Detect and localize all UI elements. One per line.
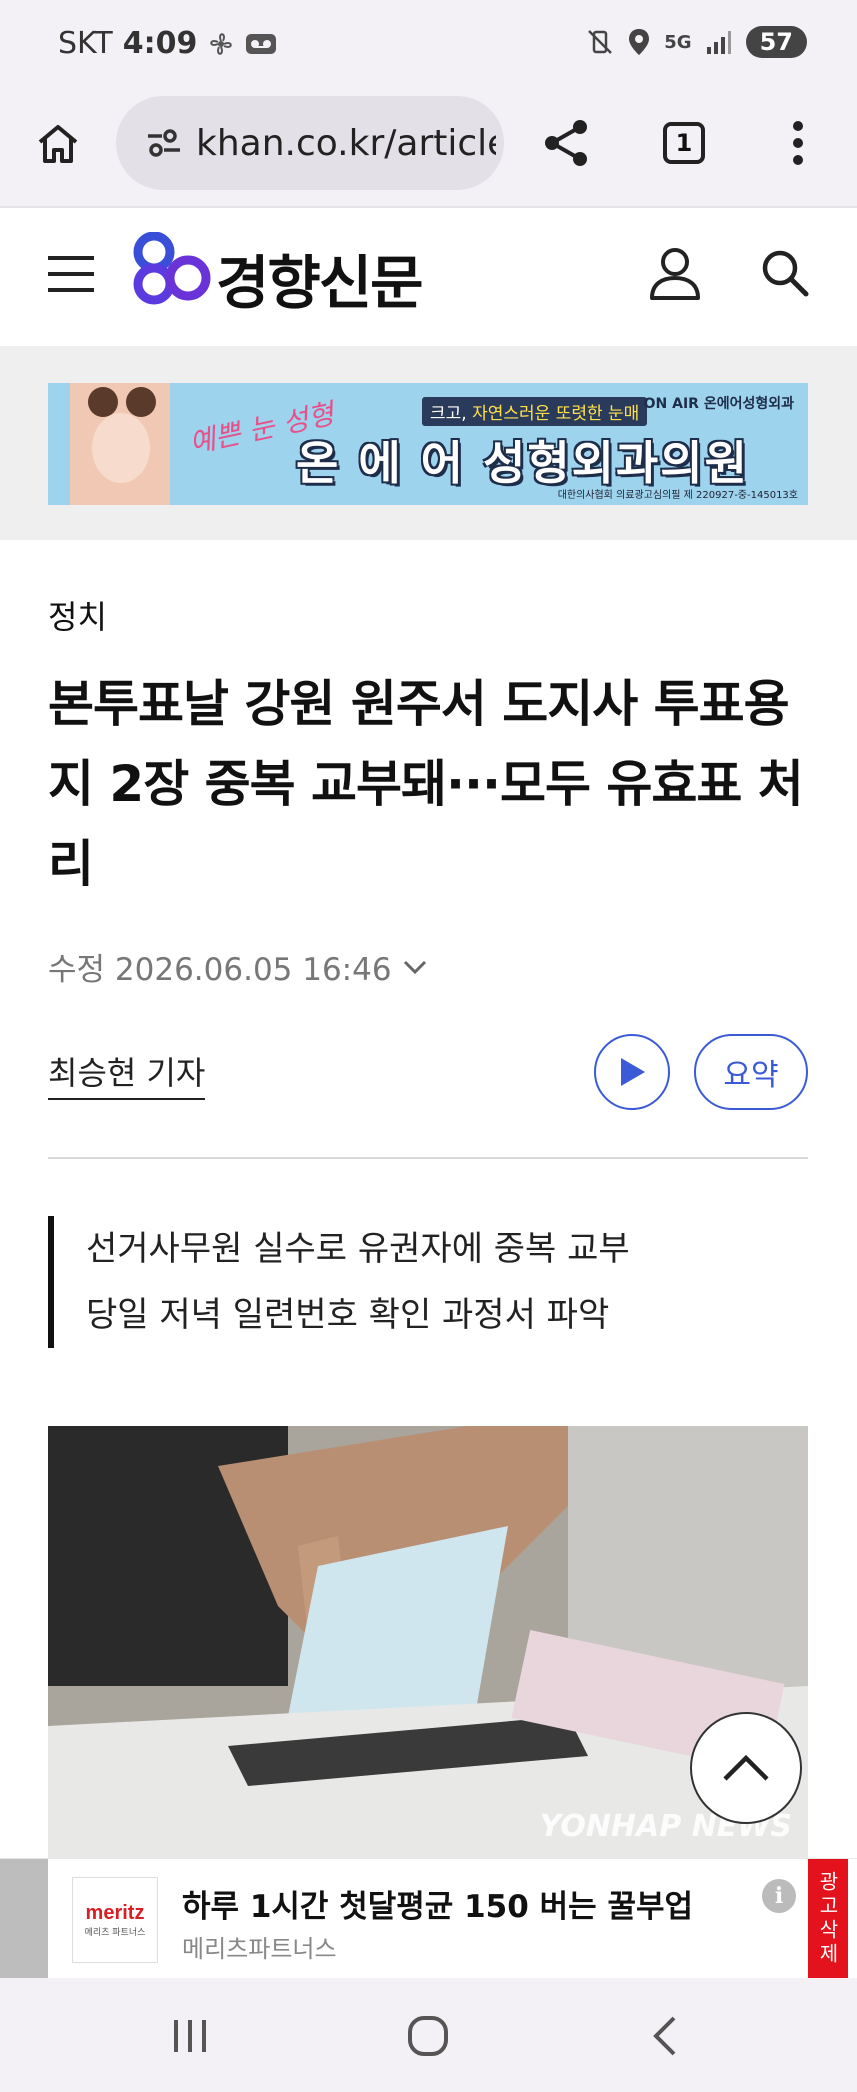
ad-tagline: 크고, 자연스러운 또렷한 눈매: [422, 397, 648, 426]
subhead-line: 선거사무원 실수로 유권자에 중복 교부: [86, 1229, 630, 1269]
bottom-ad-title[interactable]: 하루 1시간 첫달평균 150 버는 꿀부업: [182, 1881, 693, 1926]
ad-model-image: [70, 383, 170, 505]
clinic-ad-banner[interactable]: 예쁜 눈 성형 크고, 자연스러운 또렷한 눈매 온 에 어 성형외과의원 ON…: [48, 383, 808, 505]
ad-brand-tag: ON AIR 온에어성형외과: [643, 396, 794, 412]
bottom-ad-brand: 메리츠파트너스: [182, 1935, 337, 1963]
ad-tagline-part1: 크고,: [430, 404, 473, 424]
chevron-down-icon[interactable]: [402, 958, 428, 976]
account-icon[interactable]: [648, 246, 702, 302]
logo-mark-icon[interactable]: [130, 232, 212, 308]
article-date-row[interactable]: 수정 2026.06.05 16:46: [48, 944, 428, 989]
location-icon: [629, 29, 650, 55]
mute-vibrate-icon: [588, 30, 613, 54]
voicemail-icon: [246, 33, 277, 54]
search-icon[interactable]: [760, 248, 810, 298]
subhead-line: 당일 저녁 일련번호 확인 과정서 파악: [86, 1295, 610, 1335]
carrier-label: SKT: [58, 26, 113, 61]
address-bar[interactable]: khan.co.kr/article: [116, 96, 504, 190]
ad-remove-button[interactable]: 광고삭제: [808, 1859, 848, 1979]
status-right: 5G 57: [586, 26, 807, 58]
play-icon: [621, 1058, 645, 1086]
hamburger-menu-icon[interactable]: [48, 254, 94, 294]
site-settings-icon[interactable]: [146, 128, 182, 158]
home-button-icon[interactable]: [406, 2014, 450, 2058]
home-icon[interactable]: [36, 122, 80, 166]
top-ad-area: 예쁜 눈 성형 크고, 자연스러운 또렷한 눈매 온 에 어 성형외과의원 ON…: [0, 346, 857, 540]
recent-apps-icon[interactable]: [170, 2016, 210, 2056]
ad-tagline-part2: 자연스러운 또렷한 눈매: [472, 404, 640, 424]
ad-main-text: 온 에 어 성형외과의원: [296, 436, 749, 490]
signal-icon: [706, 31, 731, 54]
ad-left-strip: [0, 1859, 48, 1979]
url-text: khan.co.kr/article: [196, 122, 496, 164]
share-icon[interactable]: [542, 118, 590, 168]
chevron-up-icon: [723, 1754, 769, 1781]
status-left: SKT 4:09: [58, 26, 277, 61]
article-category[interactable]: 정치: [48, 592, 107, 638]
site-logo[interactable]: 경향신문: [216, 236, 423, 320]
browser-toolbar: khan.co.kr/article 1: [0, 90, 857, 208]
article-date: 수정 2026.06.05 16:46: [48, 952, 392, 988]
clock: 4:09: [122, 26, 198, 61]
back-icon[interactable]: [650, 2014, 680, 2058]
more-menu-icon[interactable]: [788, 120, 808, 166]
logo-wordmark: meritz: [85, 1902, 145, 1924]
logo-subtext: 메리츠 파트너스: [84, 1928, 146, 1938]
article-photo[interactable]: YONHAP NEWS: [48, 1426, 808, 1858]
battery-indicator: 57: [745, 26, 807, 58]
tts-play-button[interactable]: [594, 1034, 670, 1110]
status-bar: SKT 4:09 5G 57: [0, 0, 857, 90]
tab-switcher-button[interactable]: 1: [663, 122, 705, 164]
network-type-label: 5G: [664, 31, 692, 53]
bottom-ad[interactable]: meritz 메리츠 파트너스 하루 1시간 첫달평균 150 버는 꿀부업 메…: [0, 1858, 857, 1979]
divider: [48, 1157, 808, 1159]
site-header: 경향신문: [0, 210, 857, 346]
scroll-to-top-button[interactable]: [690, 1712, 802, 1824]
meritz-logo: meritz 메리츠 파트너스: [72, 1877, 158, 1963]
reporter-link[interactable]: 최승현 기자: [48, 1048, 206, 1100]
ballot-photo-image: [48, 1426, 808, 1858]
fan-icon: [210, 32, 233, 55]
article-headline: 본투표날 강원 원주서 도지사 투표용지 2장 중복 교부돼···모두 유효표 …: [48, 675, 804, 893]
article-subheads: 선거사무원 실수로 유권자에 중복 교부 당일 저녁 일련번호 확인 과정서 파…: [48, 1216, 808, 1348]
ad-fine-print: 대한의사협회 의료광고심의필 제 220927-중-145013호: [557, 490, 798, 501]
info-icon[interactable]: i: [762, 1879, 796, 1913]
summary-button[interactable]: 요약: [694, 1034, 808, 1110]
system-nav-bar: [0, 1978, 857, 2092]
